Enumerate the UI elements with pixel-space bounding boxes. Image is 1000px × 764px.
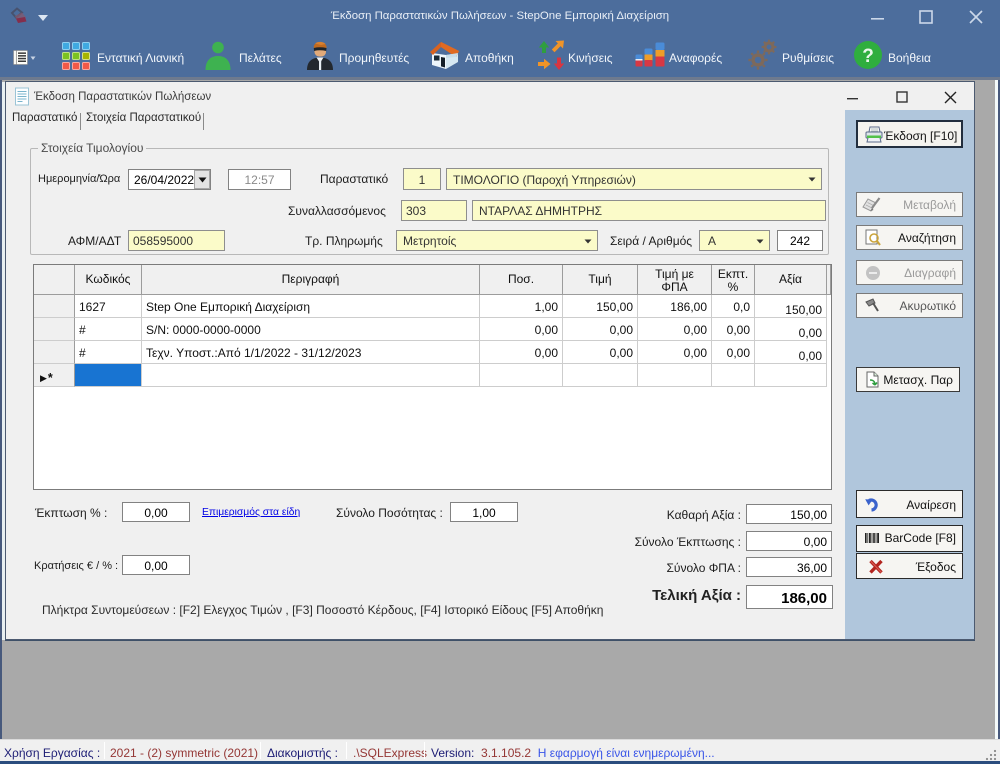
- svg-text:?: ?: [862, 46, 874, 67]
